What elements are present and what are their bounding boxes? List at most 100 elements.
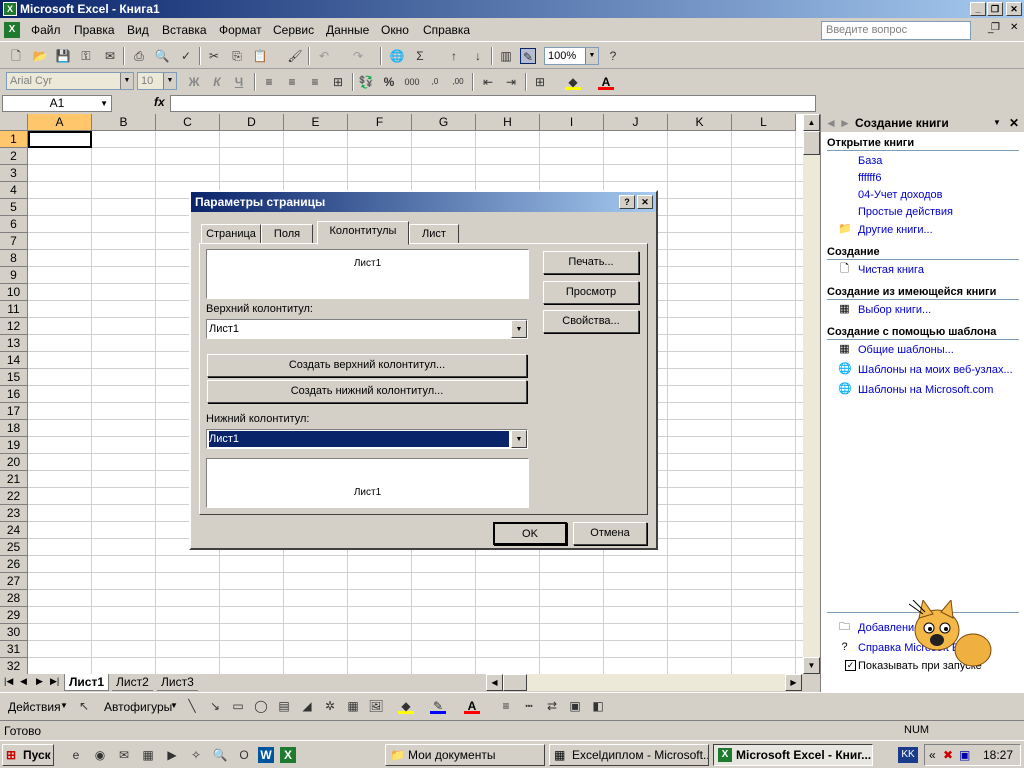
row-header[interactable]: 20 — [0, 454, 28, 471]
save-icon[interactable]: 💾 — [55, 48, 71, 64]
task-my-documents[interactable]: 📁 Мои документы — [385, 744, 545, 766]
line-icon[interactable]: ╲ — [184, 698, 200, 714]
minimize-icon[interactable]: _ — [970, 2, 986, 16]
print-button[interactable]: Печать... — [543, 251, 639, 274]
merge-center-icon[interactable]: ⊞ — [330, 74, 346, 90]
column-header[interactable]: E — [284, 114, 348, 131]
name-box[interactable]: A1 ▼ — [2, 95, 112, 112]
sheet-tab-2[interactable]: Лист2 — [112, 674, 153, 691]
redo-icon[interactable]: ↷ — [350, 48, 366, 64]
italic-button[interactable]: К — [209, 74, 225, 90]
fill-color-icon[interactable]: ◆ — [398, 698, 414, 714]
column-header[interactable]: L — [732, 114, 796, 131]
column-header[interactable]: F — [348, 114, 412, 131]
scroll-right-icon[interactable]: ▶ — [785, 674, 802, 691]
decrease-decimal-icon[interactable]: ,00 — [450, 74, 466, 90]
chevron-down-icon[interactable]: ▼ — [511, 320, 527, 338]
tab-page[interactable]: Страница — [201, 224, 261, 244]
copy-icon[interactable]: ⎘ — [229, 48, 245, 64]
question-input[interactable]: Введите вопрос — [821, 21, 971, 40]
tool-icon[interactable]: ✧ — [188, 747, 204, 763]
column-header[interactable]: I — [540, 114, 604, 131]
align-center-icon[interactable]: ≡ — [284, 74, 300, 90]
font-color-icon[interactable]: A — [598, 74, 614, 90]
chevron-down-icon[interactable]: ▼ — [585, 48, 598, 64]
chevron-down-icon[interactable]: ▼ — [993, 114, 1001, 132]
row-header[interactable]: 22 — [0, 488, 28, 505]
scroll-up-icon[interactable]: ▲ — [803, 114, 820, 131]
font-name-select[interactable]: Arial Cyr ▼ — [6, 72, 134, 90]
autosum-icon[interactable]: Σ — [412, 48, 428, 64]
font-color-icon[interactable]: A — [464, 698, 480, 714]
chevron-down-icon[interactable]: ▼ — [100, 96, 108, 111]
chevron-down-icon[interactable]: ▼ — [511, 430, 527, 448]
textbox-icon[interactable]: ▤ — [276, 698, 292, 714]
scroll-down-icon[interactable]: ▼ — [803, 657, 820, 674]
clipart-icon[interactable]: ▦ — [345, 698, 361, 714]
sheet-tab-3[interactable]: Лист3 — [157, 674, 198, 691]
start-button[interactable]: ⊞ Пуск — [2, 744, 54, 766]
row-header[interactable]: 4 — [0, 182, 28, 199]
cancel-button[interactable]: Отмена — [573, 522, 647, 545]
oval-icon[interactable]: ◯ — [253, 698, 269, 714]
scroll-left-icon[interactable]: ◀ — [486, 674, 503, 691]
3d-icon[interactable]: ◧ — [590, 698, 606, 714]
row-header[interactable]: 14 — [0, 352, 28, 369]
shadow-icon[interactable]: ▣ — [567, 698, 583, 714]
currency-icon[interactable]: 💱 — [358, 74, 374, 90]
bold-button[interactable]: Ж — [186, 74, 202, 90]
close-icon[interactable]: ✕ — [1009, 114, 1019, 132]
arrow-icon[interactable]: ↘ — [207, 698, 223, 714]
row-header[interactable]: 11 — [0, 301, 28, 318]
row-header[interactable]: 32 — [0, 658, 28, 675]
ok-button[interactable]: OK — [493, 522, 567, 545]
chevron-down-icon[interactable]: ▼ — [163, 73, 176, 89]
row-header[interactable]: 6 — [0, 216, 28, 233]
column-header[interactable]: A — [28, 114, 92, 131]
word-icon[interactable]: W — [258, 747, 274, 763]
active-cell[interactable] — [28, 131, 92, 148]
increase-decimal-icon[interactable]: ,0 — [427, 74, 443, 90]
select-all-corner[interactable] — [0, 114, 28, 131]
row-header[interactable]: 13 — [0, 335, 28, 352]
sort-asc-icon[interactable]: ↑ — [446, 48, 462, 64]
format-painter-icon[interactable]: 🖌 — [287, 48, 303, 64]
ie-icon[interactable]: e — [68, 747, 84, 763]
menu-file[interactable]: Файл — [31, 23, 61, 37]
tab-next-icon[interactable]: ▶ — [36, 676, 43, 687]
row-header[interactable]: 15 — [0, 369, 28, 386]
row-header[interactable]: 18 — [0, 420, 28, 437]
scroll-thumb[interactable] — [803, 131, 820, 155]
percent-icon[interactable]: % — [381, 74, 397, 90]
row-header[interactable]: 2 — [0, 148, 28, 165]
tab-first-icon[interactable]: |◀ — [4, 676, 13, 687]
recent-file-link[interactable]: 04-Учет доходов — [858, 189, 943, 201]
help-icon[interactable]: ? — [605, 48, 621, 64]
undo-icon[interactable]: ↶ — [316, 48, 332, 64]
row-header[interactable]: 28 — [0, 590, 28, 607]
ms-templates-link[interactable]: Шаблоны на Microsoft.com — [858, 384, 993, 396]
more-workbooks-link[interactable]: Другие книги... — [858, 224, 933, 236]
row-header[interactable]: 9 — [0, 267, 28, 284]
header-select[interactable]: Лист1 ▼ — [206, 319, 528, 339]
menu-window[interactable]: Окно — [381, 23, 409, 37]
menu-format[interactable]: Формат — [219, 23, 262, 37]
footer-select[interactable]: Лист1 ▼ — [206, 429, 528, 449]
row-header[interactable]: 30 — [0, 624, 28, 641]
row-header[interactable]: 31 — [0, 641, 28, 658]
properties-button[interactable]: Свойства... — [543, 310, 639, 333]
column-header[interactable]: C — [156, 114, 220, 131]
office-assistant-cat[interactable] — [905, 598, 995, 672]
vertical-scrollbar[interactable]: ▲ ▼ — [803, 114, 820, 674]
row-header[interactable]: 21 — [0, 471, 28, 488]
calc-icon[interactable]: ▦ — [140, 747, 156, 763]
open-icon[interactable]: 📂 — [32, 48, 48, 64]
rectangle-icon[interactable]: ▭ — [230, 698, 246, 714]
diagram-icon[interactable]: ✲ — [322, 698, 338, 714]
menu-data[interactable]: Данные — [326, 23, 369, 37]
menu-view[interactable]: Вид — [127, 23, 149, 37]
workbook-icon[interactable]: X — [4, 22, 20, 38]
row-header[interactable]: 27 — [0, 573, 28, 590]
wordart-icon[interactable]: ◢ — [299, 698, 315, 714]
arrow-style-icon[interactable]: ⇄ — [544, 698, 560, 714]
